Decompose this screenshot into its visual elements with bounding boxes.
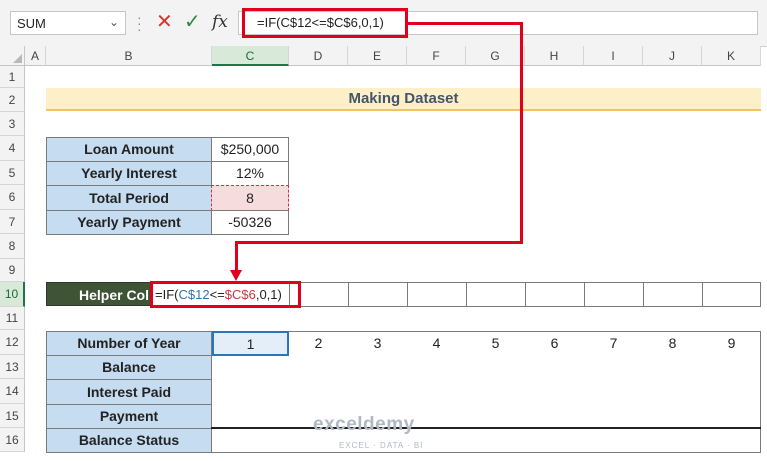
formula-bar: SUM ⌄ · · · ✕ ✓ fx =IF(C$12<=$C$6,0,1)	[0, 0, 767, 47]
name-box-value: SUM	[17, 16, 46, 31]
column-header-j[interactable]: J	[643, 46, 702, 66]
row-header-5[interactable]: 5	[0, 161, 25, 185]
more-options-icon[interactable]: · · ·	[137, 10, 142, 36]
year-cell[interactable]: 6	[525, 331, 584, 355]
helper-cell[interactable]	[407, 282, 467, 307]
year-cell[interactable]: 7	[584, 331, 643, 355]
column-header-g[interactable]: G	[466, 46, 525, 66]
column-header-i[interactable]: I	[584, 46, 643, 66]
year-cell[interactable]: 8	[643, 331, 702, 355]
row-header-1[interactable]: 1	[0, 66, 25, 88]
row-header-10[interactable]: 10	[0, 282, 25, 307]
row-header-9[interactable]: 9	[0, 259, 25, 282]
column-header-e[interactable]: E	[348, 46, 407, 66]
yearly-interest-value[interactable]: 12%	[211, 161, 289, 186]
column-header-h[interactable]: H	[525, 46, 584, 66]
row-header-16[interactable]: 16	[0, 428, 25, 452]
row-header-11[interactable]: 11	[0, 307, 25, 330]
helper-cell[interactable]	[348, 282, 408, 307]
number-of-year-label: Number of Year	[46, 331, 212, 356]
formula-highlight-box	[242, 8, 408, 38]
select-all-corner[interactable]	[0, 46, 25, 66]
helper-cell[interactable]	[466, 282, 526, 307]
column-header-f[interactable]: F	[407, 46, 466, 66]
watermark-logo: exceldemy EXCEL · DATA · BI	[313, 414, 423, 451]
watermark-tagline: EXCEL · DATA · BI	[339, 441, 424, 450]
loan-amount-value[interactable]: $250,000	[211, 137, 289, 162]
row-header-15[interactable]: 15	[0, 404, 25, 428]
dataset-title: Making Dataset	[46, 88, 761, 111]
row-header-8[interactable]: 8	[0, 234, 25, 259]
helper-col-label: Helper Col	[46, 282, 152, 306]
column-header-a[interactable]: A	[25, 46, 46, 66]
row-header-3[interactable]: 3	[0, 112, 25, 136]
year-cell[interactable]: 5	[466, 331, 525, 355]
column-header-b[interactable]: B	[46, 46, 212, 66]
interest-paid-label: Interest Paid	[46, 379, 212, 405]
row-header-7[interactable]: 7	[0, 210, 25, 234]
helper-cell[interactable]	[643, 282, 703, 307]
balance-label: Balance	[46, 355, 212, 380]
helper-cell[interactable]	[584, 282, 644, 307]
payment-label: Payment	[46, 404, 212, 429]
column-header-k[interactable]: K	[702, 46, 761, 66]
helper-formula-highlight-box	[150, 281, 301, 308]
helper-cell[interactable]	[525, 282, 585, 307]
total-period-value[interactable]: 8	[211, 185, 289, 211]
balance-status-divider	[211, 427, 761, 429]
year-cell[interactable]: 3	[348, 331, 407, 355]
column-header-d[interactable]: D	[289, 46, 348, 66]
helper-cell[interactable]	[702, 282, 761, 307]
loan-amount-label: Loan Amount	[46, 137, 212, 162]
row-header-14[interactable]: 14	[0, 379, 25, 404]
insert-function-icon[interactable]: fx	[212, 10, 228, 34]
year-cell[interactable]: 2	[289, 331, 348, 355]
arrow-down-icon	[230, 270, 242, 281]
watermark-brand: exceldemy	[313, 414, 415, 435]
row-header-2[interactable]: 2	[0, 88, 25, 112]
arrow-segment	[235, 241, 523, 244]
enter-icon[interactable]: ✓	[184, 10, 201, 34]
year-cell-selected[interactable]: 1	[212, 331, 289, 356]
year-cell[interactable]: 4	[407, 331, 466, 355]
year-cell[interactable]: 9	[702, 331, 761, 355]
cancel-icon[interactable]: ✕	[156, 10, 173, 34]
chevron-down-icon[interactable]: ⌄	[109, 15, 119, 29]
row-header-4[interactable]: 4	[0, 136, 25, 161]
row-header-6[interactable]: 6	[0, 185, 25, 210]
column-header-c[interactable]: C	[212, 46, 289, 66]
total-period-label: Total Period	[46, 185, 212, 211]
arrow-segment	[520, 22, 523, 244]
yearly-payment-label: Yearly Payment	[46, 210, 212, 235]
yearly-payment-value[interactable]: -50326	[211, 210, 289, 235]
arrow-segment	[235, 241, 238, 271]
balance-status-label: Balance Status	[46, 428, 212, 453]
name-box[interactable]: SUM ⌄	[10, 11, 126, 35]
yearly-interest-label: Yearly Interest	[46, 161, 212, 186]
row-header-12[interactable]: 12	[0, 330, 25, 355]
row-header-13[interactable]: 13	[0, 355, 25, 379]
arrow-segment	[407, 22, 523, 25]
